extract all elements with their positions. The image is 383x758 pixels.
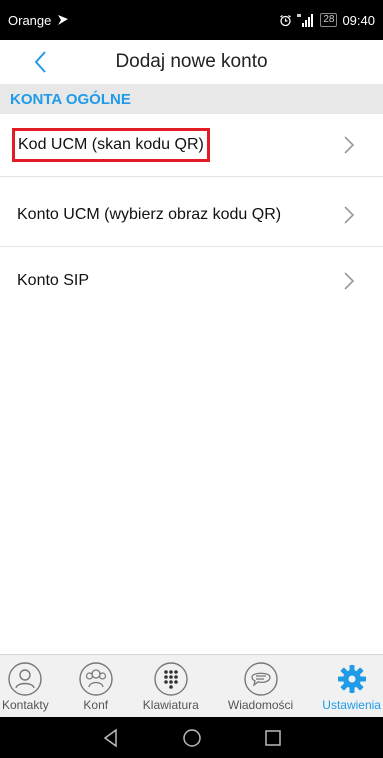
status-time: 09:40 xyxy=(342,12,375,28)
list-item-label: Konto SIP xyxy=(17,271,90,289)
bottom-tab-bar: Kontakty Konf Klawiatura Wiadomości Usta… xyxy=(0,654,383,717)
conference-icon xyxy=(79,662,113,696)
status-bar: Orange 28 09:40 xyxy=(0,0,383,40)
tab-messages[interactable]: Wiadomości xyxy=(228,655,293,717)
carrier-logo-icon xyxy=(58,15,69,25)
tab-label: Konf xyxy=(83,698,109,712)
tab-label: Wiadomości xyxy=(227,698,294,712)
tab-label: Klawiatura xyxy=(142,698,199,712)
recent-apps-square-icon[interactable] xyxy=(262,727,284,749)
list-item-label-highlighted: Kod UCM (skan kodu QR) xyxy=(12,128,210,162)
dialpad-icon xyxy=(154,662,188,696)
status-right: 28 09:40 xyxy=(279,13,375,28)
list-item-sip-account[interactable]: Konto SIP xyxy=(0,249,383,312)
tab-dialpad[interactable]: Klawiatura xyxy=(143,655,199,717)
tab-label: Kontakty xyxy=(2,698,49,712)
list-item-ucm-qr-image[interactable]: Konto UCM (wybierz obraz kodu QR) xyxy=(0,184,383,247)
carrier-name: Orange xyxy=(8,12,52,28)
android-nav-bar xyxy=(0,717,383,758)
signal-icon xyxy=(297,13,314,27)
settings-icon xyxy=(337,665,366,693)
back-triangle-icon[interactable] xyxy=(100,727,122,749)
alarm-icon xyxy=(280,14,292,26)
tab-label: Ustawienia xyxy=(322,698,381,712)
status-left: Orange xyxy=(8,13,70,28)
chevron-right-icon xyxy=(344,271,355,290)
app-header: Dodaj nowe konto xyxy=(0,40,383,84)
list-item-label: Konto UCM (wybierz obraz kodu QR) xyxy=(17,206,282,223)
tab-conference[interactable]: Konf xyxy=(78,655,114,717)
section-header: KONTA OGÓLNE xyxy=(0,84,383,114)
page-title: Dodaj nowe konto xyxy=(115,51,268,72)
tab-contacts[interactable]: Kontakty xyxy=(2,655,49,717)
chevron-right-icon xyxy=(344,206,355,224)
battery-badge: 28 xyxy=(320,13,338,27)
back-button[interactable] xyxy=(28,48,52,76)
back-chevron-icon xyxy=(34,51,46,73)
contacts-icon xyxy=(8,662,43,696)
tab-settings[interactable]: Ustawienia xyxy=(322,655,381,717)
section-title: KONTA OGÓLNE xyxy=(10,90,131,108)
list-item-ucm-qr-scan[interactable]: Kod UCM (skan kodu QR) xyxy=(0,114,383,177)
chevron-right-icon xyxy=(344,136,355,154)
home-circle-icon[interactable] xyxy=(181,727,203,749)
messages-icon xyxy=(243,662,278,696)
